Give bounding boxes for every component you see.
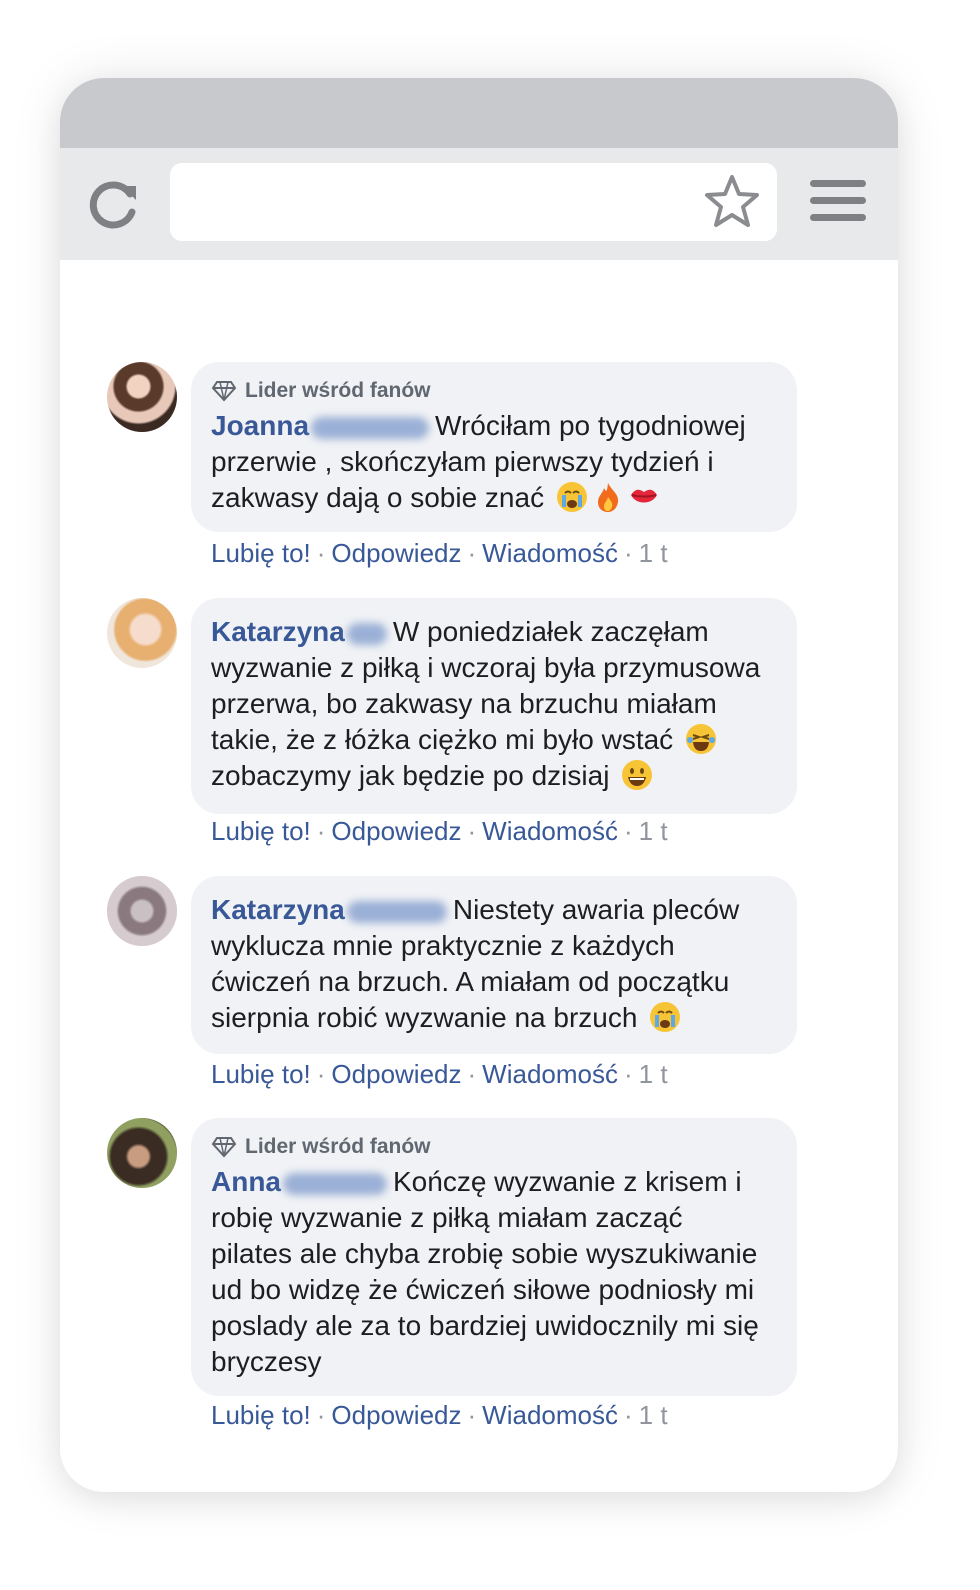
address-bar[interactable]: [170, 163, 777, 241]
avatar[interactable]: [107, 876, 177, 946]
like-link[interactable]: Lubię to!: [211, 1400, 311, 1430]
blurred-surname: [311, 416, 430, 439]
top-fan-badge: Lider wśród fanów: [211, 378, 777, 404]
status-bar: [60, 78, 898, 148]
comment-text: Joanna Wróciłam po tygodniowej przerwie ,…: [211, 410, 746, 513]
hamburger-menu-icon[interactable]: [810, 180, 866, 228]
browser-toolbar: [60, 148, 898, 260]
timestamp[interactable]: 1 t: [639, 816, 668, 846]
phone-mockup: Lider wśród fanów Joanna Wróciłam po tygo…: [60, 78, 898, 1492]
like-link[interactable]: Lubię to!: [211, 816, 311, 846]
diamond-icon: [211, 1137, 237, 1158]
comment-actions: Lubię to! · Odpowiedz · Wiadomość · 1 t: [211, 1059, 668, 1089]
comment-bubble: Lider wśród fanów Anna Kończę wyzwanie z …: [191, 1118, 797, 1396]
avatar[interactable]: [107, 598, 177, 668]
timestamp[interactable]: 1 t: [639, 1059, 668, 1089]
comment-actions: Lubię to! · Odpowiedz · Wiadomość · 1 t: [211, 538, 668, 568]
comment-text: Anna Kończę wyzwanie z krisem i robię wyz…: [211, 1166, 759, 1377]
reload-icon[interactable]: [86, 178, 142, 234]
reply-link[interactable]: Odpowiedz: [331, 538, 461, 568]
top-fan-badge: Lider wśród fanów: [211, 1134, 777, 1160]
reply-link[interactable]: Odpowiedz: [331, 1400, 461, 1430]
laughing-tears-face-icon: [685, 724, 716, 754]
comment-actions: Lubię to! · Odpowiedz · Wiadomość · 1 t: [211, 1400, 668, 1430]
message-link[interactable]: Wiadomość: [482, 538, 618, 568]
message-link[interactable]: Wiadomość: [482, 1400, 618, 1430]
comment-actions: Lubię to! · Odpowiedz · Wiadomość · 1 t: [211, 816, 668, 846]
message-link[interactable]: Wiadomość: [482, 1059, 618, 1089]
author-name[interactable]: Joanna: [211, 410, 309, 441]
author-name[interactable]: Katarzyna: [211, 894, 345, 925]
blurred-surname: [283, 1172, 387, 1195]
like-link[interactable]: Lubię to!: [211, 538, 311, 568]
author-name[interactable]: Katarzyna: [211, 616, 345, 647]
avatar[interactable]: [107, 1118, 177, 1188]
avatar[interactable]: [107, 362, 177, 432]
comment-bubble: Katarzyna W poniedziałek zaczęłam wyzwani…: [191, 598, 797, 814]
crying-face-icon: [650, 1002, 681, 1032]
comment-text: Katarzyna W poniedziałek zaczęłam wyzwani…: [211, 616, 761, 791]
comment-text: Katarzyna Niestety awaria pleców wyklucza…: [211, 894, 740, 1033]
like-link[interactable]: Lubię to!: [211, 1059, 311, 1089]
comment-bubble: Katarzyna Niestety awaria pleców wyklucza…: [191, 876, 797, 1054]
fire-icon: [597, 483, 618, 512]
blurred-surname: [346, 900, 447, 923]
kiss-lips-icon: [630, 489, 657, 503]
reply-link[interactable]: Odpowiedz: [331, 1059, 461, 1089]
timestamp[interactable]: 1 t: [639, 1400, 668, 1430]
diamond-icon: [211, 381, 237, 402]
comment-bubble: Lider wśród fanów Joanna Wróciłam po tygo…: [191, 362, 797, 532]
message-link[interactable]: Wiadomość: [482, 816, 618, 846]
grinning-face-icon: [622, 760, 653, 790]
blurred-surname: [346, 622, 387, 645]
author-name[interactable]: Anna: [211, 1166, 281, 1197]
star-icon[interactable]: [703, 173, 761, 231]
timestamp[interactable]: 1 t: [639, 538, 668, 568]
crying-face-icon: [556, 482, 587, 512]
reply-link[interactable]: Odpowiedz: [331, 816, 461, 846]
